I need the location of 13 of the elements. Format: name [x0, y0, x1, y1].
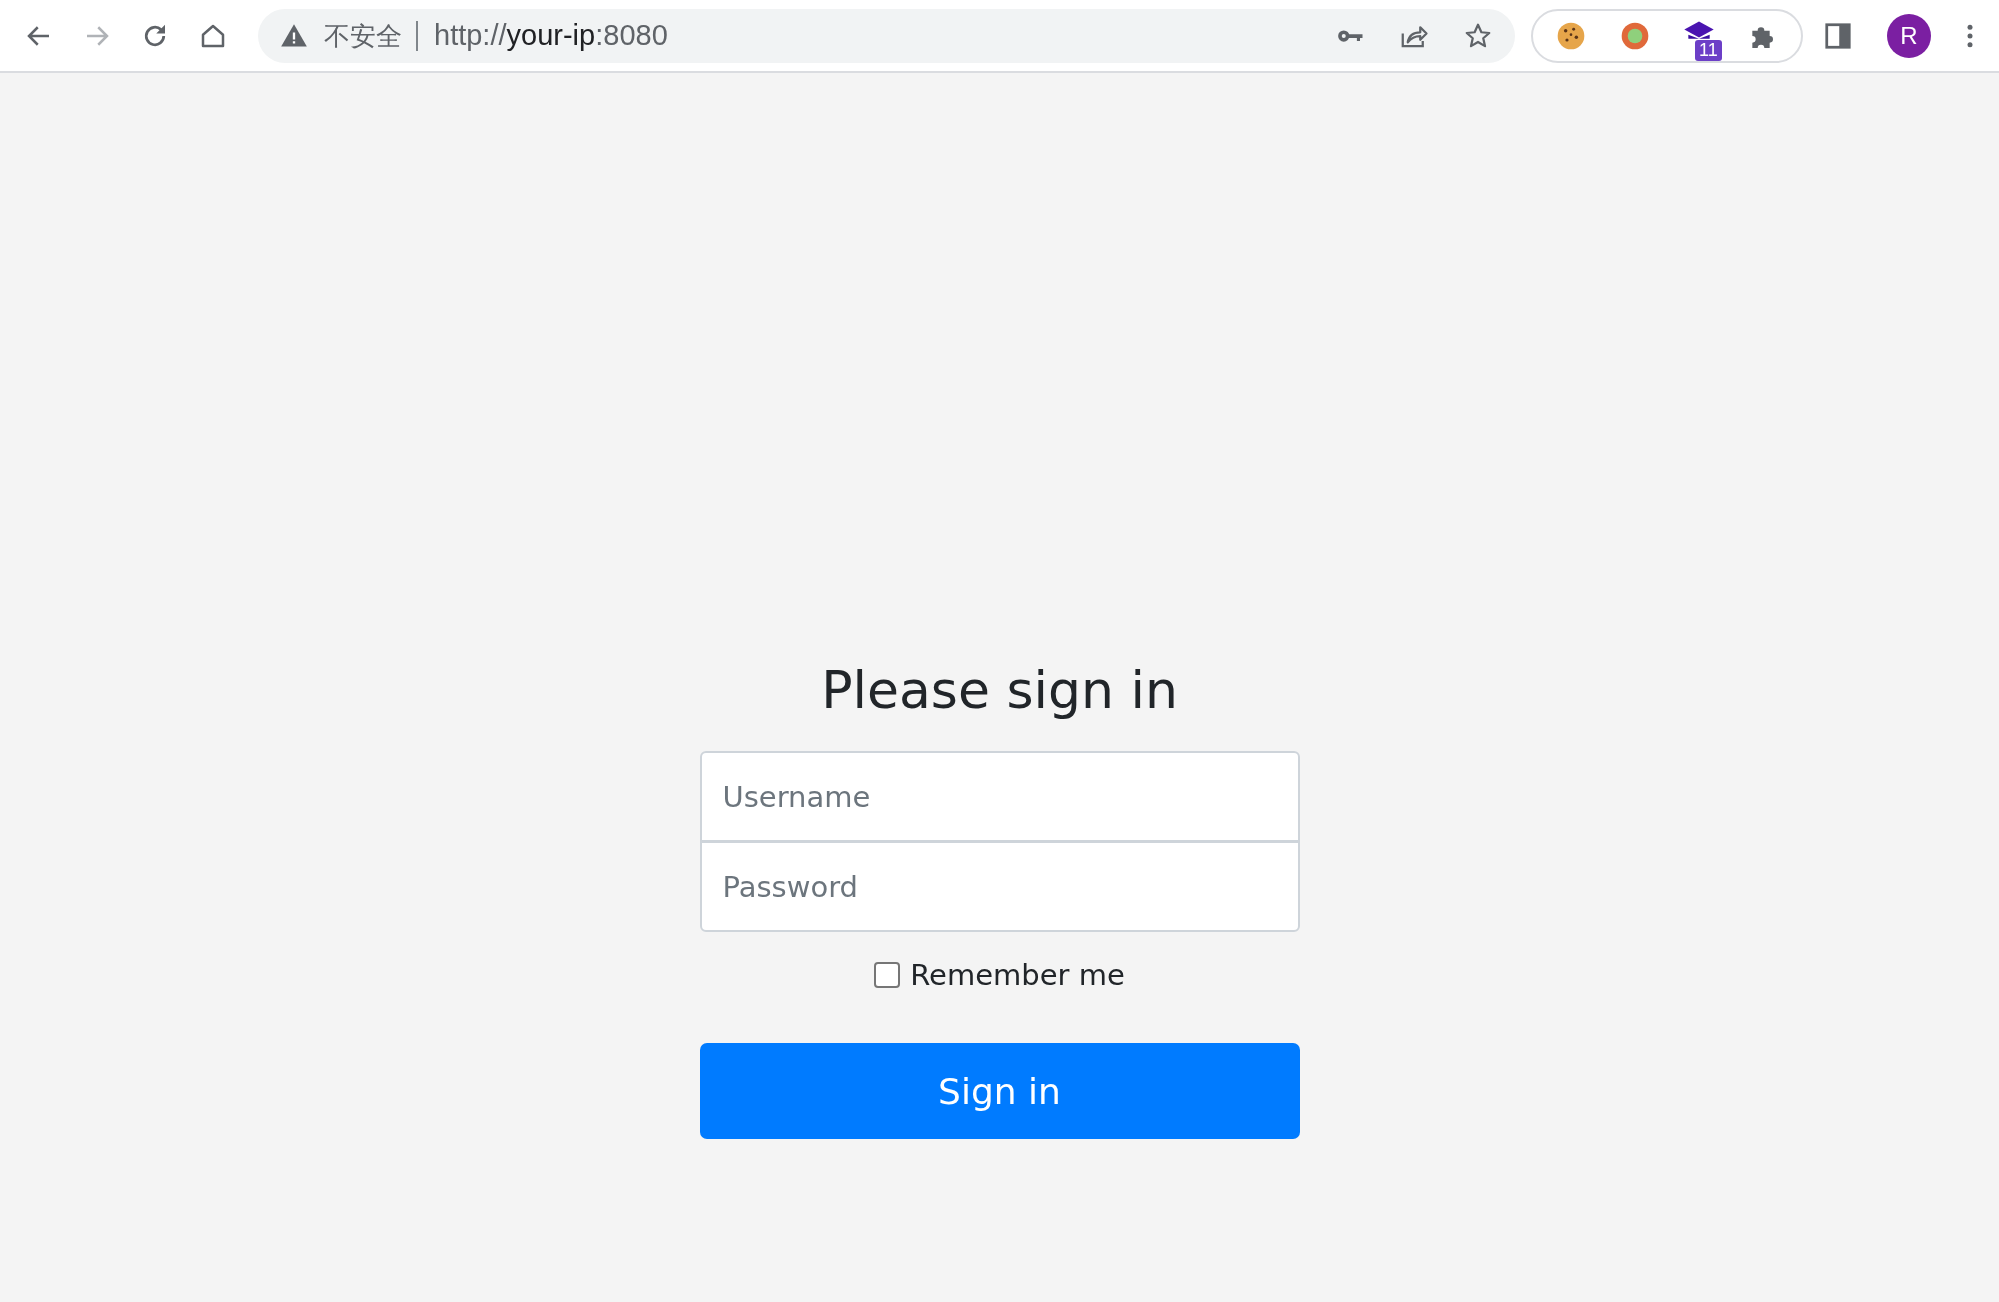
password-field[interactable]: Password: [699, 841, 1300, 932]
form-title: Please sign in: [820, 660, 1179, 720]
security-label[interactable]: 不安全: [324, 20, 418, 51]
remember-checkbox[interactable]: [874, 962, 901, 988]
username-field[interactable]: Username: [699, 751, 1300, 842]
address-bar[interactable]: 不安全 http://your-ip:8080: [258, 8, 1515, 63]
profile-avatar[interactable]: R: [1887, 13, 1931, 58]
sign-in-button[interactable]: Sign in: [699, 1043, 1300, 1139]
cap-icon[interactable]: [1683, 19, 1715, 39]
url-text: http://your-ip:8080: [433, 19, 668, 52]
remember-label[interactable]: Remember me: [910, 958, 1125, 992]
side-panel-icon[interactable]: [1823, 20, 1853, 51]
count-badge: 11: [1695, 39, 1722, 61]
